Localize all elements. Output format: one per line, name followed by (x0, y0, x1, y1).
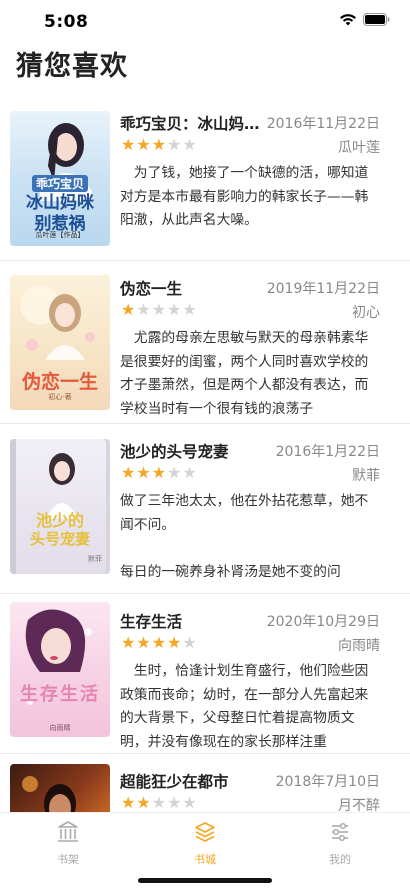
bookshelf-icon (58, 821, 78, 842)
star-filled-icon: ★ (136, 793, 151, 812)
book-cover[interactable] (10, 764, 110, 812)
cover-title-line: 头号宠妻 (29, 530, 90, 548)
star-filled-icon: ★ (151, 633, 167, 652)
book-description: 为了钱，她接了一个缺德的活，哪知道对方是本市最有影响力的韩家长子——韩阳澈，从此… (120, 165, 369, 228)
cover-credit: 默菲 (88, 555, 102, 563)
star-filled-icon: ★ (151, 463, 167, 482)
book-title[interactable]: 生存生活 (120, 610, 182, 632)
cover-art (25, 609, 92, 705)
book-item[interactable]: 池少的 头号宠妻 默菲 池少的头号宠妻 2016年1月22日 ★ ★ ★ ★ ★ 默菲 … (0, 424, 410, 594)
status-time: 5:08 (44, 12, 89, 32)
cover-title-line: 生存生活 (20, 684, 100, 705)
star-empty-icon: ★ (167, 793, 182, 812)
book-author: 向雨晴 (338, 638, 380, 654)
cover-credit: 初心·著 (48, 393, 72, 401)
book-date: 2016年1月22日 (275, 444, 380, 460)
cover-title: 池少的 头号宠妻 (10, 511, 110, 549)
book-list[interactable]: 乖巧宝贝 冰山妈咪 别惹祸 瓜叶莲【作品】 乖巧宝贝：冰山妈… 2016年11月… (0, 96, 410, 812)
star-empty-icon: ★ (182, 463, 197, 482)
star-empty-icon: ★ (151, 300, 167, 319)
star-empty-icon: ★ (182, 135, 197, 154)
book-author: 初心 (352, 305, 380, 321)
cover-title: 乖巧宝贝 冰山妈咪 别惹祸 (10, 173, 110, 235)
tab-label: 书架 (57, 853, 79, 866)
book-item[interactable]: 乖巧宝贝 冰山妈咪 别惹祸 瓜叶莲【作品】 乖巧宝贝：冰山妈… 2016年11月… (0, 96, 410, 261)
status-icons (339, 13, 390, 26)
rating-stars: ★ ★ ★ ★ ★ (121, 301, 197, 319)
book-item[interactable]: 伪恋一生 初心·著 伪恋一生 2019年11月22日 ★ ★ ★ ★ ★ 初心 尤露的母… (0, 261, 410, 424)
book-description: 尤露的母亲左思敏与默天的母亲韩素华是很要好的闺蜜，两个人同时喜欢学校的才子墨萧然… (120, 330, 369, 417)
star-empty-icon: ★ (167, 300, 182, 319)
book-cover[interactable]: 乖巧宝贝 冰山妈咪 别惹祸 瓜叶莲【作品】 (10, 111, 110, 246)
cover-art (22, 776, 76, 812)
star-filled-icon: ★ (121, 300, 136, 319)
rating-stars: ★ ★ ★ ★ ★ (121, 464, 197, 482)
star-empty-icon: ★ (182, 793, 197, 812)
book-title[interactable]: 超能狂少在都市 (120, 770, 229, 792)
star-empty-icon: ★ (136, 300, 151, 319)
cover-title-line: 池少的 (35, 511, 84, 530)
book-title[interactable]: 伪恋一生 (120, 277, 182, 299)
home-indicator (138, 878, 272, 883)
profile-settings-icon (332, 822, 348, 842)
cover-credit: 向雨晴 (49, 724, 71, 732)
book-author: 瓜叶莲 (338, 140, 380, 156)
rating-stars: ★ ★ ★ ★ ★ (121, 136, 197, 154)
book-author: 月不醉 (338, 798, 380, 812)
book-date: 2020年10月29日 (266, 614, 380, 630)
tab-bookshelf[interactable]: 书架 (38, 819, 98, 867)
cover-title-line: 冰山妈咪 (26, 193, 94, 213)
book-title[interactable]: 乖巧宝贝：冰山妈… (120, 112, 260, 134)
book-title[interactable]: 池少的头号宠妻 (120, 440, 229, 462)
star-empty-icon: ★ (182, 300, 197, 319)
tab-bookstore[interactable]: 书城 (175, 819, 235, 867)
tab-label: 书城 (194, 853, 216, 866)
star-filled-icon: ★ (151, 135, 167, 154)
rating-stars: ★ ★ ★ ★ ★ (121, 794, 197, 812)
page-title: 猜您喜欢 (16, 51, 128, 82)
bookstore-icon (195, 822, 215, 842)
star-filled-icon: ★ (167, 633, 182, 652)
star-empty-icon: ★ (151, 793, 167, 812)
tab-profile[interactable]: 我的 (310, 819, 370, 867)
status-bar: 5:08 (0, 0, 410, 44)
book-date: 2019年11月22日 (266, 281, 380, 297)
wifi-icon (340, 14, 356, 26)
star-filled-icon: ★ (136, 633, 151, 652)
cover-credit: 瓜叶莲【作品】 (35, 231, 85, 239)
cover-title-line: 伪恋一生 (21, 371, 98, 393)
star-filled-icon: ★ (121, 793, 136, 812)
book-item[interactable]: 生存生活 向雨晴 生存生活 2020年10月29日 ★ ★ ★ ★ ★ 向雨晴 生时，恰… (0, 594, 410, 754)
battery-icon (363, 13, 390, 26)
star-empty-icon: ★ (167, 135, 182, 154)
book-cover[interactable]: 生存生活 向雨晴 (10, 602, 110, 737)
tab-label: 我的 (329, 853, 351, 866)
star-filled-icon: ★ (121, 633, 136, 652)
star-filled-icon: ★ (136, 463, 151, 482)
book-author: 默菲 (352, 468, 380, 484)
book-description: 做了三年池太太，他在外拈花惹草，她不闻不问。 每日的一碗养身补肾汤是她不变的问 (120, 493, 369, 580)
star-empty-icon: ★ (182, 633, 197, 652)
cover-title-line: 乖巧宝贝 (31, 175, 88, 192)
rating-stars: ★ ★ ★ ★ ★ (121, 634, 197, 652)
book-cover[interactable]: 伪恋一生 初心·著 (10, 275, 110, 410)
star-filled-icon: ★ (121, 463, 136, 482)
book-item[interactable]: 超能狂少在都市 2018年7月10日 ★ ★ ★ ★ ★ 月不醉 (0, 754, 410, 812)
book-cover[interactable]: 池少的 头号宠妻 默菲 (10, 439, 110, 574)
book-date: 2018年7月10日 (275, 774, 380, 790)
book-date: 2016年11月22日 (266, 116, 380, 132)
book-description: 生时，恰逢计划生育盛行，他们险些因政策而丧命；幼时，在一部分人先富起来的大背景下… (120, 663, 369, 750)
star-filled-icon: ★ (136, 135, 151, 154)
star-empty-icon: ★ (167, 463, 182, 482)
star-filled-icon: ★ (121, 135, 136, 154)
